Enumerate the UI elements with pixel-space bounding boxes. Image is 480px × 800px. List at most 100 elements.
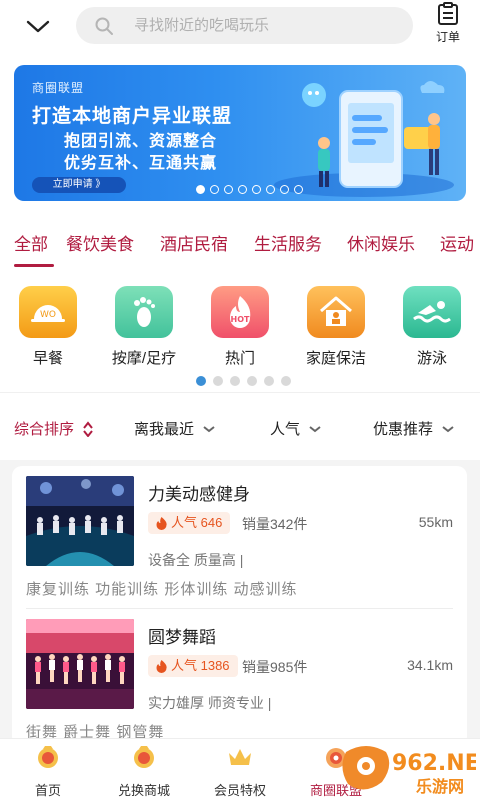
- tab-leisure[interactable]: 休闲娱乐: [347, 230, 415, 255]
- sort-label: 综合排序: [14, 421, 75, 438]
- nav-home[interactable]: 首页: [0, 745, 96, 799]
- category-hot[interactable]: HOT 热门: [192, 286, 288, 368]
- shop-tags: 康复训练 功能训练 形体训练 动感训练: [26, 581, 298, 598]
- nav-exchange-mall[interactable]: 兑换商城: [96, 745, 192, 799]
- banner-pagination[interactable]: [196, 185, 303, 195]
- sort-comprehensive[interactable]: 综合排序: [14, 418, 94, 439]
- nav-label: 会员特权: [213, 783, 266, 798]
- category-label: 早餐: [32, 350, 63, 367]
- category-house-cleaning[interactable]: 家庭保洁: [288, 286, 384, 368]
- sort-label: 离我最近: [134, 421, 195, 438]
- category-label: 家庭保洁: [305, 350, 366, 367]
- category-massage[interactable]: 按摩/足疗: [96, 286, 192, 368]
- flame-icon: [156, 659, 167, 673]
- distance: 55km: [418, 514, 453, 530]
- nav-label: 兑换商城: [117, 783, 170, 798]
- footprint-icon: [115, 286, 173, 338]
- shop-name: 圆梦舞蹈: [148, 628, 216, 647]
- category-page-dot[interactable]: [213, 376, 223, 386]
- sort-label: 人气: [270, 421, 301, 438]
- tab-life-service[interactable]: 生活服务: [254, 230, 322, 255]
- category-label: 热门: [224, 350, 255, 367]
- search-bar[interactable]: [76, 7, 413, 44]
- chevron-down-icon[interactable]: [24, 14, 52, 38]
- hot-flame-icon: HOT: [211, 286, 269, 338]
- tab-hotel[interactable]: 酒店民宿: [160, 230, 228, 255]
- banner-dot[interactable]: [210, 185, 219, 194]
- sort-nearest[interactable]: 离我最近: [134, 418, 216, 439]
- category-page-dot[interactable]: [247, 376, 257, 386]
- banner-dot[interactable]: [266, 185, 275, 194]
- popularity-value: 人气 1386: [171, 658, 230, 673]
- crown-icon: [229, 749, 251, 765]
- sort-toggle-icon: [83, 420, 93, 437]
- category-breakfast[interactable]: WO 早餐: [0, 286, 96, 368]
- popularity-badge: 人气 1386: [148, 655, 238, 677]
- orders-icon: [438, 2, 458, 25]
- top-bar: 订单: [0, 0, 480, 58]
- category-label: 按摩/足疗: [111, 350, 177, 367]
- banner-dot[interactable]: [196, 185, 205, 194]
- shop-card[interactable]: 力美动感健身 人气 646 销量342件 55km 设备全 质量高 | 康复训练…: [12, 466, 467, 609]
- category-tabs: 全部 餐饮美食 酒店民宿 生活服务 休闲娱乐 运动: [0, 212, 480, 274]
- banner-dot[interactable]: [238, 185, 247, 194]
- popularity-value: 人气 646: [171, 515, 223, 530]
- category-page-dot[interactable]: [230, 376, 240, 386]
- banner-dot[interactable]: [224, 185, 233, 194]
- chevron-down-icon: [203, 425, 215, 432]
- shop-thumbnail: [26, 476, 134, 566]
- breakfast-icon: WO: [19, 286, 77, 338]
- home-icon: [38, 746, 58, 768]
- house-cleaning-icon: [307, 286, 365, 338]
- shop-description: 实力雄厚 师资专业 |: [148, 695, 272, 711]
- shop-description: 设备全 质量高 |: [148, 552, 244, 568]
- sort-popularity[interactable]: 人气: [270, 418, 322, 439]
- category-pagination[interactable]: [196, 376, 291, 386]
- banner-line-2: 抱团引流、资源整合: [64, 133, 218, 150]
- search-icon: [95, 17, 113, 35]
- search-input[interactable]: [134, 7, 394, 44]
- sort-bar: 综合排序 离我最近 人气 优惠推荐: [0, 392, 480, 460]
- orders-label: 订单: [435, 30, 460, 44]
- banner-line-3: 优劣互补、互通共赢: [64, 155, 218, 172]
- category-page-dot[interactable]: [281, 376, 291, 386]
- banner-section: 商圈联盟 打造本地商户异业联盟 抱团引流、资源整合 优劣互补、互通共赢 立即申请…: [0, 58, 480, 212]
- svg-text:WO: WO: [40, 310, 56, 320]
- nav-label: 首页: [34, 783, 61, 798]
- orders-button[interactable]: 订单: [428, 2, 468, 50]
- distance: 34.1km: [407, 657, 453, 673]
- banner-dot[interactable]: [280, 185, 289, 194]
- category-page-dot[interactable]: [264, 376, 274, 386]
- category-grid: WO 早餐 按摩/足疗 HOT 热门 家庭保洁 游泳: [0, 274, 480, 392]
- banner-headline: 打造本地商户异业联盟: [32, 106, 233, 127]
- active-tab-indicator: [14, 264, 54, 267]
- swimming-icon: [403, 286, 461, 338]
- category-swimming[interactable]: 游泳: [384, 286, 480, 368]
- flame-icon: [156, 516, 167, 530]
- tab-food[interactable]: 餐饮美食: [66, 230, 134, 255]
- banner-tag: 商圈联盟: [32, 81, 85, 95]
- apply-now-button[interactable]: 立即申请 》: [32, 177, 126, 193]
- tab-all[interactable]: 全部: [14, 230, 48, 255]
- exchange-mall-icon: [134, 746, 154, 768]
- shop-list: 力美动感健身 人气 646 销量342件 55km 设备全 质量高 | 康复训练…: [12, 466, 467, 746]
- promo-banner[interactable]: 商圈联盟 打造本地商户异业联盟 抱团引流、资源整合 优劣互补、互通共赢 立即申请…: [14, 65, 466, 201]
- category-label: 游泳: [416, 350, 447, 367]
- chevron-down-icon: [442, 425, 454, 432]
- watermark-text: 962.NET: [392, 751, 476, 776]
- svg-text:HOT: HOT: [231, 315, 250, 324]
- nav-member-privilege[interactable]: 会员特权: [192, 745, 288, 799]
- site-watermark-logo: 962.NET 乐游网: [342, 746, 476, 796]
- shop-name: 力美动感健身: [148, 485, 250, 504]
- shop-thumbnail: [26, 619, 134, 709]
- sort-label: 优惠推荐: [373, 421, 434, 438]
- watermark-subtext: 乐游网: [416, 777, 464, 796]
- banner-dot[interactable]: [252, 185, 261, 194]
- banner-dot[interactable]: [294, 185, 303, 194]
- shop-card[interactable]: 圆梦舞蹈 人气 1386 销量985件 34.1km 实力雄厚 师资专业 | 街…: [12, 609, 467, 746]
- sort-discount[interactable]: 优惠推荐: [373, 418, 455, 439]
- sales-count: 销量342件: [242, 516, 308, 532]
- category-page-dot[interactable]: [196, 376, 206, 386]
- tab-sports[interactable]: 运动: [440, 230, 474, 255]
- sales-count: 销量985件: [242, 659, 308, 675]
